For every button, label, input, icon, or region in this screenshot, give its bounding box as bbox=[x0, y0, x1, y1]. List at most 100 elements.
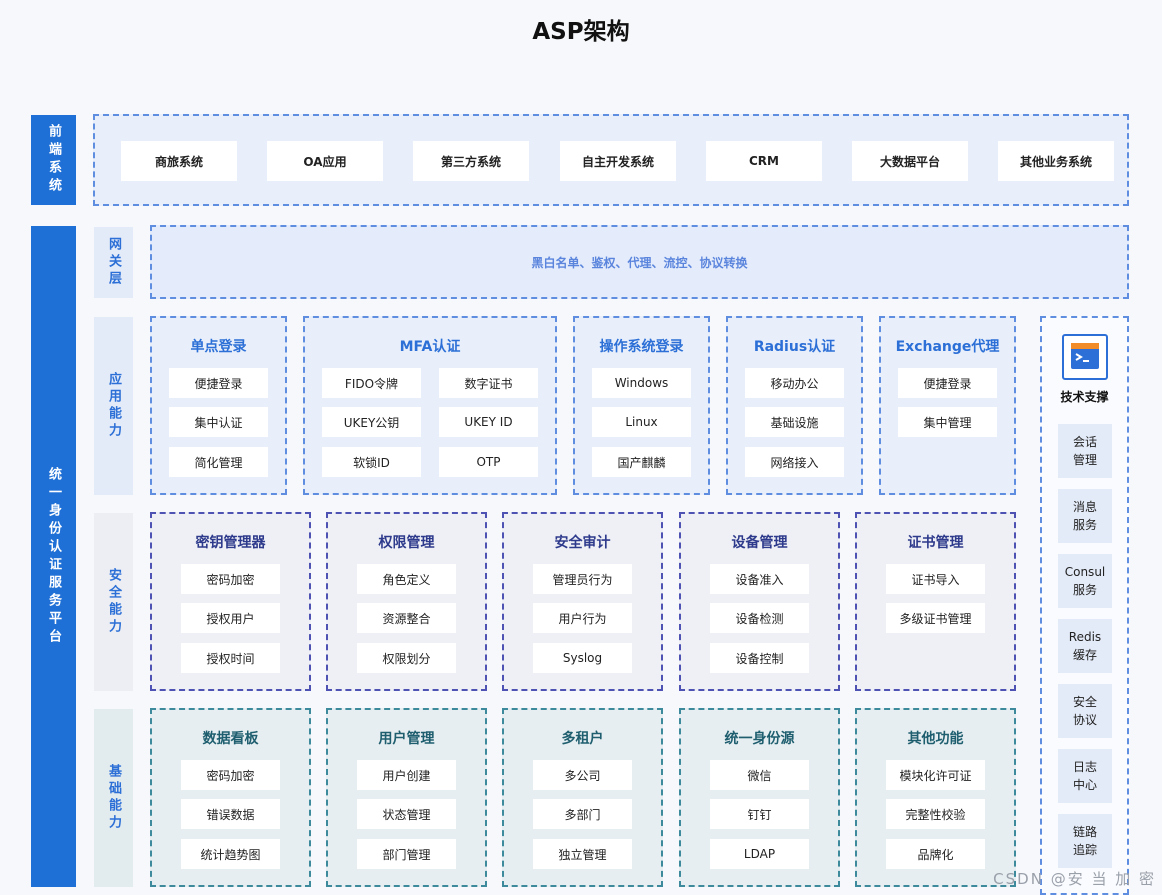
module-item: 基础设施 bbox=[745, 407, 844, 437]
module-item: 设备检测 bbox=[710, 603, 809, 633]
module-item: 权限划分 bbox=[357, 643, 456, 673]
front-system-item: OA应用 bbox=[267, 141, 383, 181]
page-title: ASP架构 bbox=[532, 19, 630, 45]
module-item: 多公司 bbox=[533, 760, 632, 790]
module-item: 密码加密 bbox=[181, 760, 280, 790]
module-identity-source: 统一身份源 微信 钉钉 LDAP bbox=[679, 708, 840, 887]
module-item: 软锁ID bbox=[322, 447, 421, 477]
module-permission: 权限管理 角色定义 资源整合 权限划分 bbox=[326, 512, 487, 691]
module-item: 统计趋势图 bbox=[181, 839, 280, 869]
module-item: Windows bbox=[592, 368, 691, 398]
module-title: 数据看板 bbox=[202, 731, 259, 747]
module-item: 证书导入 bbox=[886, 564, 985, 594]
module-title: 权限管理 bbox=[378, 535, 435, 551]
module-title: 单点登录 bbox=[190, 339, 247, 355]
application-layer-label: 应用能力 bbox=[94, 317, 133, 495]
module-item: 多部门 bbox=[533, 799, 632, 829]
module-item: 资源整合 bbox=[357, 603, 456, 633]
module-multi-tenant: 多租户 多公司 多部门 独立管理 bbox=[502, 708, 663, 887]
front-system-item: 其他业务系统 bbox=[998, 141, 1114, 181]
platform-label: 统一身份认证服务平台 bbox=[31, 226, 76, 887]
module-item: 错误数据 bbox=[181, 799, 280, 829]
module-item: 多级证书管理 bbox=[886, 603, 985, 633]
gateway-panel: 黑白名单、鉴权、代理、流控、协议转换 bbox=[150, 225, 1129, 299]
module-title: 密钥管理器 bbox=[195, 535, 266, 551]
tech-support-item: 消息 服务 bbox=[1058, 489, 1112, 543]
module-key-manager: 密钥管理器 密码加密 授权用户 授权时间 bbox=[150, 512, 311, 691]
tech-support-item: 链路 追踪 bbox=[1058, 814, 1112, 868]
tech-support-item: Consul 服务 bbox=[1058, 554, 1112, 608]
module-item: 角色定义 bbox=[357, 564, 456, 594]
module-item: 用户创建 bbox=[357, 760, 456, 790]
module-title: 操作系统登录 bbox=[599, 339, 684, 355]
module-item: 简化管理 bbox=[169, 447, 268, 477]
module-certificate: 证书管理 证书导入 多级证书管理 bbox=[855, 512, 1016, 691]
module-item: OTP bbox=[439, 447, 538, 477]
module-audit: 安全审计 管理员行为 用户行为 Syslog bbox=[502, 512, 663, 691]
front-system-label: 前端系统 bbox=[31, 115, 76, 205]
module-item: 数字证书 bbox=[439, 368, 538, 398]
module-title: Radius认证 bbox=[753, 339, 836, 355]
module-exchange: Exchange代理 便捷登录 集中管理 bbox=[879, 316, 1016, 495]
tech-support-item: 日志 中心 bbox=[1058, 749, 1112, 803]
tech-support-panel: 技术支撑 会话 管理 消息 服务 Consul 服务 Redis 缓存 安全 协… bbox=[1040, 316, 1129, 895]
module-title: 设备管理 bbox=[731, 535, 788, 551]
module-item: 密码加密 bbox=[181, 564, 280, 594]
security-layer-label: 安全能力 bbox=[94, 513, 133, 691]
module-item: 集中管理 bbox=[898, 407, 997, 437]
module-item: 用户行为 bbox=[533, 603, 632, 633]
module-item: 便捷登录 bbox=[898, 368, 997, 398]
module-title: 其他功能 bbox=[907, 731, 964, 747]
front-system-item: 自主开发系统 bbox=[560, 141, 676, 181]
module-item: 独立管理 bbox=[533, 839, 632, 869]
module-title: 证书管理 bbox=[907, 535, 964, 551]
module-title: MFA认证 bbox=[399, 339, 461, 355]
module-item: 品牌化 bbox=[886, 839, 985, 869]
tech-support-item: 安全 协议 bbox=[1058, 684, 1112, 738]
module-item: 部门管理 bbox=[357, 839, 456, 869]
module-item: UKEY公钥 bbox=[322, 407, 421, 437]
module-item: 国产麒麟 bbox=[592, 447, 691, 477]
module-user-management: 用户管理 用户创建 状态管理 部门管理 bbox=[326, 708, 487, 887]
module-item: 授权时间 bbox=[181, 643, 280, 673]
module-title: 用户管理 bbox=[378, 731, 435, 747]
tech-support-title: 技术支撑 bbox=[1060, 390, 1109, 404]
module-item: 设备准入 bbox=[710, 564, 809, 594]
module-item: Syslog bbox=[533, 643, 632, 673]
tech-support-item: Redis 缓存 bbox=[1058, 619, 1112, 673]
module-sso: 单点登录 便捷登录 集中认证 简化管理 bbox=[150, 316, 287, 495]
module-item: LDAP bbox=[710, 839, 809, 869]
watermark: CSDN @安 当 加 密 bbox=[993, 870, 1156, 888]
front-system-item: 第三方系统 bbox=[413, 141, 529, 181]
terminal-icon bbox=[1062, 334, 1108, 380]
module-item: 设备控制 bbox=[710, 643, 809, 673]
module-item: 管理员行为 bbox=[533, 564, 632, 594]
module-item: Linux bbox=[592, 407, 691, 437]
module-item: 钉钉 bbox=[710, 799, 809, 829]
module-title: 安全审计 bbox=[554, 535, 611, 551]
foundation-layer-label: 基础能力 bbox=[94, 709, 133, 887]
module-dashboard: 数据看板 密码加密 错误数据 统计趋势图 bbox=[150, 708, 311, 887]
module-item: 微信 bbox=[710, 760, 809, 790]
module-item: 集中认证 bbox=[169, 407, 268, 437]
module-item: 状态管理 bbox=[357, 799, 456, 829]
module-device: 设备管理 设备准入 设备检测 设备控制 bbox=[679, 512, 840, 691]
module-item: 授权用户 bbox=[181, 603, 280, 633]
module-item: 模块化许可证 bbox=[886, 760, 985, 790]
front-system-item: 大数据平台 bbox=[852, 141, 968, 181]
module-item: UKEY ID bbox=[439, 407, 538, 437]
module-item: 网络接入 bbox=[745, 447, 844, 477]
module-other-functions: 其他功能 模块化许可证 完整性校验 品牌化 bbox=[855, 708, 1016, 887]
gateway-description: 黑白名单、鉴权、代理、流控、协议转换 bbox=[531, 255, 748, 270]
module-title: 统一身份源 bbox=[724, 731, 795, 747]
module-os-login: 操作系统登录 Windows Linux 国产麒麟 bbox=[573, 316, 710, 495]
module-title: 多租户 bbox=[561, 731, 604, 747]
module-radius: Radius认证 移动办公 基础设施 网络接入 bbox=[726, 316, 863, 495]
front-system-item: CRM bbox=[706, 141, 822, 181]
module-item: FIDO令牌 bbox=[322, 368, 421, 398]
module-item: 移动办公 bbox=[745, 368, 844, 398]
module-item: 便捷登录 bbox=[169, 368, 268, 398]
tech-support-item: 会话 管理 bbox=[1058, 424, 1112, 478]
module-mfa: MFA认证 FIDO令牌 数字证书 UKEY公钥 UKEY ID 软锁ID OT… bbox=[303, 316, 557, 495]
module-item: 完整性校验 bbox=[886, 799, 985, 829]
